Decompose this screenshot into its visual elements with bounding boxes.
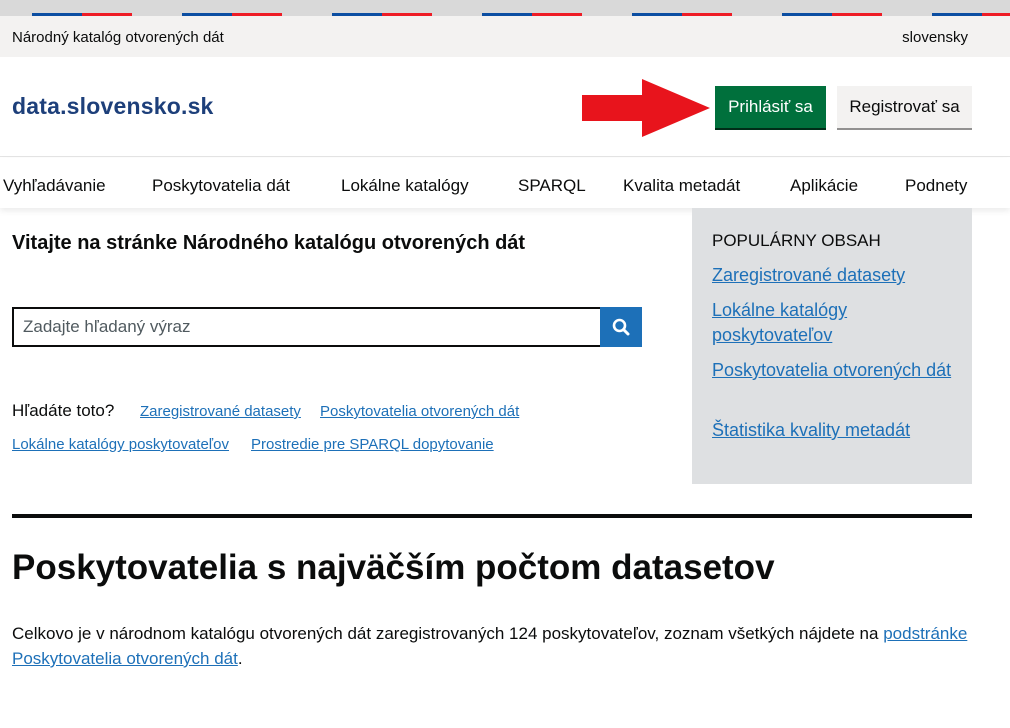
welcome-heading: Vitajte na stránke Národného katalógu ot… bbox=[12, 232, 526, 254]
nav-item-aplikacie[interactable]: Aplikácie bbox=[790, 176, 858, 196]
gov-bar-title: Národný katalóg otvorených dát bbox=[12, 29, 224, 46]
language-switcher[interactable]: slovensky bbox=[902, 29, 968, 46]
search-form bbox=[12, 307, 642, 347]
nav-item-lokalne-katalogy[interactable]: Lokálne katalógy bbox=[341, 176, 469, 196]
providers-intro-end: . bbox=[237, 649, 243, 668]
flag-stripe-pattern bbox=[32, 13, 1010, 16]
search-icon bbox=[612, 318, 630, 336]
suggestion-link-sparql[interactable]: Prostredie pre SPARQL dopytovanie bbox=[251, 436, 494, 453]
popular-link-poskytovatelia[interactable]: Poskytovatelia otvorených dát bbox=[712, 358, 952, 383]
flag-stripe bbox=[0, 0, 1010, 16]
main-nav-list: Vyhľadávanie Poskytovatelia dát Lokálne … bbox=[0, 158, 1010, 208]
suggestions-label: Hľadáte toto? bbox=[12, 401, 115, 420]
suggestion-link-lokalne-katalogy[interactable]: Lokálne katalógy poskytovateľov bbox=[12, 436, 229, 453]
main-nav: Vyhľadávanie Poskytovatelia dát Lokálne … bbox=[0, 158, 1010, 208]
register-button[interactable]: Registrovať sa bbox=[837, 86, 972, 128]
suggestion-link-datasety[interactable]: Zaregistrované datasety bbox=[140, 403, 301, 420]
providers-section-title: Poskytovatelia s najväčším počtom datase… bbox=[12, 548, 775, 587]
suggestion-link-poskytovatelia[interactable]: Poskytovatelia otvorených dát bbox=[320, 403, 519, 420]
section-divider bbox=[12, 514, 972, 518]
nav-item-vyhladavanie[interactable]: Vyhľadávanie bbox=[3, 176, 106, 196]
nav-item-kvalita-metadat[interactable]: Kvalita metadát bbox=[623, 176, 740, 196]
site-header: data.slovensko.sk Prihlásiť sa Registrov… bbox=[0, 57, 1010, 157]
popular-content-heading: POPULÁRNY OBSAH bbox=[712, 231, 881, 250]
search-button[interactable] bbox=[600, 307, 642, 347]
login-button[interactable]: Prihlásiť sa bbox=[715, 86, 826, 128]
search-input[interactable] bbox=[12, 307, 600, 347]
nav-item-podnety[interactable]: Podnety bbox=[905, 176, 967, 196]
nav-item-poskytovatelia[interactable]: Poskytovatelia dát bbox=[152, 176, 290, 196]
popular-link-datasety[interactable]: Zaregistrované datasety bbox=[712, 263, 952, 288]
red-arrow-icon bbox=[582, 79, 710, 137]
gov-bar: Národný katalóg otvorených dát slovensky bbox=[0, 16, 1010, 57]
popular-link-statistika[interactable]: Štatistika kvality metadát bbox=[712, 418, 952, 443]
site-logo[interactable]: data.slovensko.sk bbox=[12, 93, 214, 120]
popular-content-panel: POPULÁRNY OBSAH Zaregistrované datasety … bbox=[692, 208, 972, 484]
nav-item-sparql[interactable]: SPARQL bbox=[518, 176, 586, 196]
providers-intro-text: Celkovo je v národnom katalógu otvorenýc… bbox=[12, 624, 879, 643]
popular-link-lokalne-katalogy[interactable]: Lokálne katalógy poskytovateľov bbox=[712, 298, 952, 348]
providers-intro: Celkovo je v národnom katalógu otvorenýc… bbox=[12, 621, 972, 671]
